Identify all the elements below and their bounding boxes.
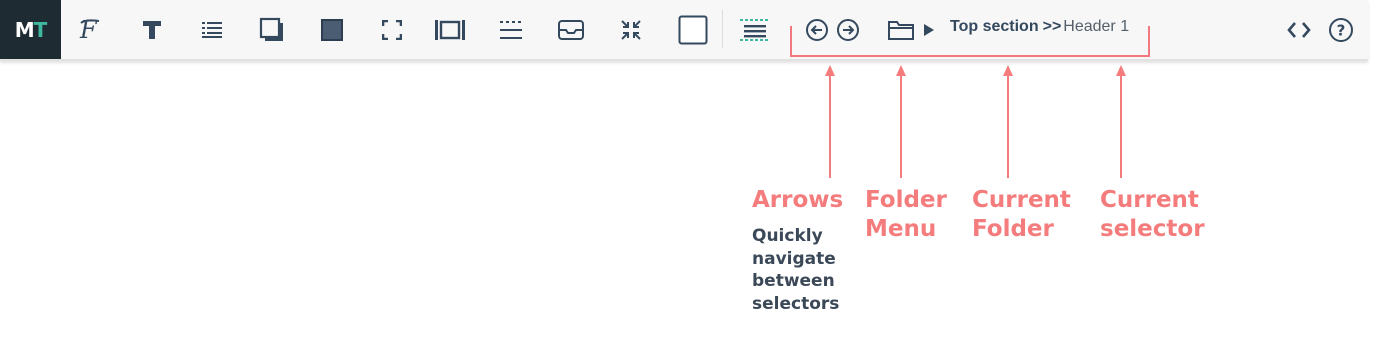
annotation-arrows xyxy=(825,65,1126,178)
annotation-arrows-label: Arrows xyxy=(752,187,844,213)
annotation-arrows-description: Quickly navigate between selectors xyxy=(752,226,840,314)
annotation-folder-menu-label: Folder Menu xyxy=(865,187,947,242)
annotation-current-folder-label: Current Folder xyxy=(972,187,1071,242)
annotation-current-selector-label: Current selector xyxy=(1100,187,1205,242)
